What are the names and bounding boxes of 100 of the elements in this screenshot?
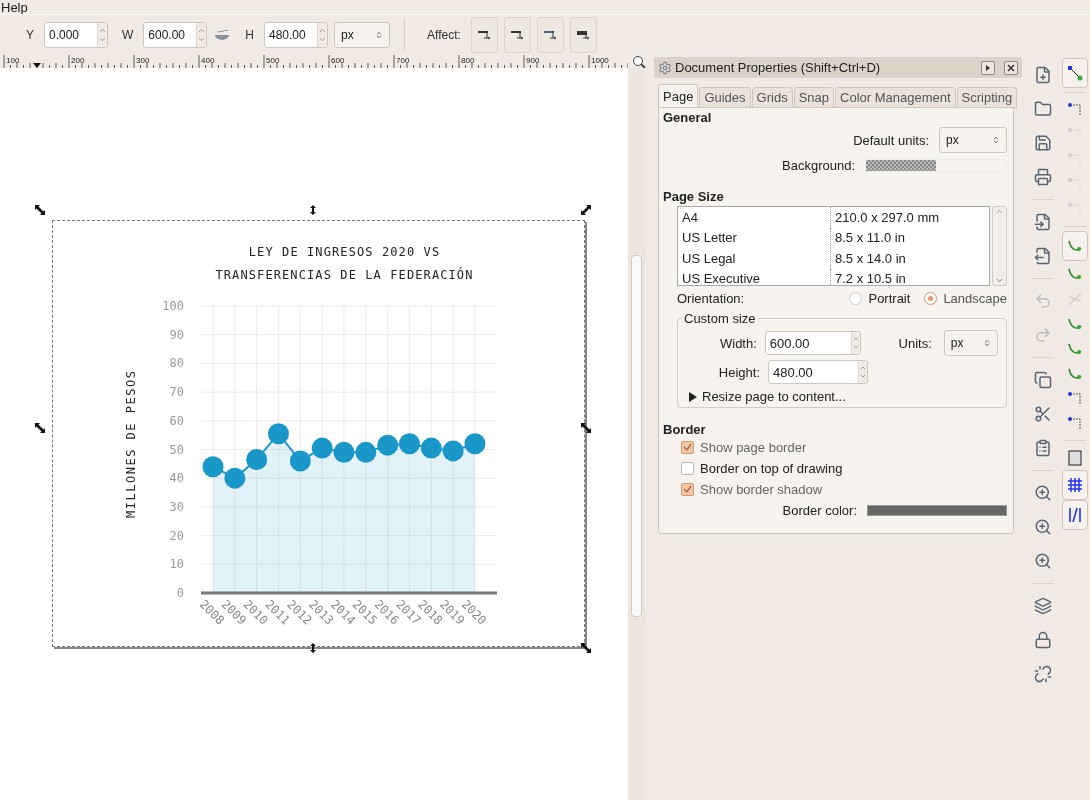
- snap-corner-icon: [1067, 101, 1083, 118]
- list-cell: 7.2 x 10.5 in: [830, 268, 989, 285]
- caret-up-icon[interactable]: [859, 364, 867, 372]
- width-label: Width:: [718, 335, 757, 351]
- snap-path-icon: [1067, 238, 1083, 254]
- caret-up-icon[interactable]: [995, 207, 1004, 216]
- height-field[interactable]: 480.00: [264, 22, 328, 48]
- section-title: Border: [663, 422, 707, 437]
- default-units-select[interactable]: px: [939, 127, 1007, 153]
- menu-item[interactable]: Help: [0, 2, 29, 14]
- snap-grid-icon: [1067, 477, 1083, 493]
- snap-corner-icon: [1067, 415, 1083, 432]
- height-field[interactable]: 480.00: [768, 360, 868, 384]
- y-tick-label: 50: [169, 442, 184, 457]
- y-field[interactable]: 0.000: [44, 22, 108, 48]
- caret-up-icon[interactable]: [197, 26, 207, 35]
- data-point: [311, 437, 333, 459]
- ruler-label: 100: [6, 56, 20, 65]
- snap-guide-icon: [1067, 507, 1083, 523]
- check-icon: [683, 485, 692, 494]
- affect-toggle[interactable]: [536, 17, 564, 53]
- tab[interactable]: Guides: [699, 87, 751, 108]
- orientation-label: Orientation:: [677, 291, 746, 306]
- caret-down-icon[interactable]: [859, 372, 867, 380]
- width-field[interactable]: 600.00: [143, 22, 208, 48]
- resize-handle[interactable]: [308, 643, 318, 653]
- ruler-label: 300: [136, 56, 150, 65]
- y-tick-label: 30: [169, 499, 184, 514]
- iconify-button[interactable]: [981, 60, 995, 75]
- tab[interactable]: Scripting: [956, 87, 1018, 108]
- caret-up-icon[interactable]: [851, 335, 860, 343]
- caret-down-icon[interactable]: [318, 35, 327, 44]
- data-point: [377, 434, 399, 456]
- background-swatch[interactable]: [865, 159, 1007, 172]
- tab[interactable]: Snap: [793, 87, 834, 108]
- ruler-label: 1000: [591, 56, 609, 65]
- affect-toggle[interactable]: [569, 17, 597, 53]
- resize-handle[interactable]: [35, 205, 45, 215]
- resize-handle[interactable]: [581, 423, 591, 433]
- caret-up-icon[interactable]: [98, 26, 107, 35]
- list-cell-text: US Legal: [681, 249, 737, 268]
- ruler-label: 800: [461, 56, 475, 65]
- updown-caret-icon: [992, 136, 1000, 144]
- units-label: Units:: [898, 335, 932, 351]
- checkbox-label: Border on top of drawing: [700, 461, 843, 476]
- caret-down-icon[interactable]: [98, 35, 107, 44]
- scrollbar[interactable]: [628, 68, 645, 800]
- play-icon: [985, 64, 991, 71]
- y-tick-label: 80: [169, 356, 184, 371]
- tab[interactable]: Page: [658, 84, 699, 108]
- width-field[interactable]: 600.00: [764, 331, 861, 355]
- checkbox[interactable]: [681, 462, 694, 475]
- tab[interactable]: Color Management: [835, 87, 956, 108]
- y-tick-label: 70: [169, 385, 184, 400]
- y-tick-label: 100: [162, 299, 184, 313]
- y-tick-label: 40: [169, 471, 184, 486]
- units-select[interactable]: px: [943, 330, 998, 356]
- close-button[interactable]: [1004, 60, 1018, 75]
- data-point: [289, 450, 311, 472]
- list-cell-text: US Letter: [681, 229, 738, 248]
- radio-button[interactable]: [849, 292, 863, 305]
- snap-toggle[interactable]: [1062, 231, 1088, 261]
- checkbox[interactable]: [681, 483, 694, 496]
- data-point: [202, 456, 224, 478]
- updown-caret-icon: [375, 31, 383, 39]
- expander-label[interactable]: Resize page to content...: [702, 389, 846, 404]
- resize-handle[interactable]: [308, 205, 318, 215]
- check-icon: [683, 443, 692, 452]
- caret-down-icon[interactable]: [851, 343, 860, 351]
- checkbox[interactable]: [681, 441, 694, 454]
- ruler-label: 600: [331, 56, 345, 65]
- expander-icon[interactable]: [688, 391, 698, 402]
- zoom-icon[interactable]: [632, 55, 646, 69]
- resize-handle[interactable]: [581, 643, 591, 653]
- unit-select[interactable]: px: [334, 22, 390, 48]
- data-point: [420, 437, 442, 459]
- snap-toggle[interactable]: [1062, 500, 1088, 530]
- affect-toggle[interactable]: [470, 17, 498, 53]
- snap-toggle[interactable]: [1062, 58, 1088, 88]
- data-point: [442, 440, 464, 462]
- chart-title: LEY DE INGRESOS 2020 VS TRANSFERENCIAS DE LA FEDERACIÓN: [214, 244, 475, 284]
- background-label: Background:: [782, 158, 855, 173]
- caret-down-icon[interactable]: [995, 276, 1004, 285]
- resize-handle[interactable]: [35, 423, 45, 433]
- caret-down-icon[interactable]: [197, 35, 207, 44]
- radio-button[interactable]: [924, 292, 938, 305]
- ruler-label: 200: [71, 56, 85, 65]
- scrollbar[interactable]: [992, 206, 1007, 286]
- resize-handle[interactable]: [581, 205, 591, 215]
- data-point: [355, 441, 377, 463]
- settings-icon: [658, 60, 672, 75]
- affect-toggle[interactable]: [503, 17, 531, 53]
- color-swatch[interactable]: [867, 505, 1007, 516]
- tab[interactable]: Grids: [751, 87, 793, 108]
- snap-toggle[interactable]: [1062, 470, 1088, 500]
- snap-corner-icon: [1067, 390, 1083, 407]
- list-cell-text: US Executive: [681, 270, 762, 285]
- y-tick-label: 20: [169, 528, 184, 543]
- caret-up-icon[interactable]: [318, 26, 327, 35]
- page-size-list[interactable]: A4 210.0 x 297.0 mm US Letter 8.5 x 11.0 in US Legal 8.5 x 14.0 in US Executive 7.2 x 10.5 in: [677, 206, 990, 286]
